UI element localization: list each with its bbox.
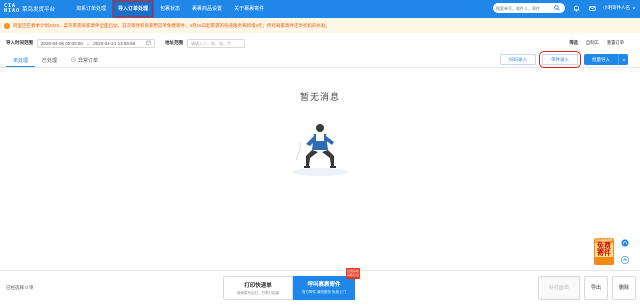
custom-link[interactable]: 自制工 <box>586 40 599 46</box>
header-tools: 小明寄件人名 <box>493 3 636 13</box>
message-icon[interactable] <box>587 3 597 13</box>
bottom-action-bar: 已经选择 0 项 打印快递单 使用菜鸟云打，分享打包装 呼叫裹裹寄件 官方寄件 … <box>0 270 640 305</box>
order-tabs: 未处理 已处理 异常订单 <box>6 55 105 67</box>
logo[interactable]: CIA NIAO 菜鸟发货平台 <box>4 4 66 14</box>
batch-import-button[interactable]: 批量导入 <box>584 54 618 65</box>
address-label: 地址范围 <box>165 40 183 45</box>
notice-text: 阿里巴巴春季计划2020，菜鸟裹裹商家寄件全面启动，首次寄件新商家用首单免费寄件… <box>13 22 331 28</box>
export-button[interactable]: 导出 <box>583 276 608 300</box>
clock-icon <box>71 55 76 67</box>
chevron-down-icon[interactable] <box>618 54 628 65</box>
coupon-badge: 优惠来啦 领取红包 <box>346 268 360 279</box>
print-waybill-label: 打印快递单 <box>244 283 272 289</box>
nav-item-taobao-orders[interactable]: 淘系订单处理 <box>70 0 112 18</box>
date-separator-icon: → <box>85 40 91 46</box>
call-pickup-label: 呼叫裹裹寄件 <box>307 282 341 288</box>
selected-count: 已经选择 0 项 <box>6 285 34 290</box>
batch-import-group: 批量导入 <box>584 54 628 65</box>
search-input[interactable] <box>496 5 554 11</box>
logo-text: 菜鸟发货平台 <box>22 7 56 13</box>
nav-item-package-status[interactable]: 包裹状态 <box>154 0 186 18</box>
promo-big-text-2: 寄件 <box>595 250 613 257</box>
side-tools <box>620 238 629 264</box>
filter-bar: 导入时间范围 2020-04-06 00:00:00 → 2020-04-21 … <box>6 38 245 48</box>
reset-orders-link[interactable]: 重置订单 <box>607 40 624 46</box>
search-box <box>493 3 565 13</box>
user-menu[interactable]: 小明寄件人名 <box>603 5 636 11</box>
chevron-down-icon <box>632 6 636 11</box>
filter-links: 筛选 自制工 重置订单 <box>569 40 624 46</box>
single-import-button[interactable]: 单件录入 <box>539 51 581 68</box>
date-end: 2020-04-21 13:59:59 <box>93 40 136 46</box>
tab-processed[interactable]: 已处理 <box>35 55 64 67</box>
tab-unprocessed[interactable]: 未处理 <box>6 55 36 67</box>
empty-state-title: 暂无消息 <box>299 92 340 102</box>
import-actions: 扫码录入 单件录入 批量导入 <box>500 51 628 68</box>
nav-item-about[interactable]: 关于裹裹寄件 <box>228 0 270 18</box>
bell-icon[interactable] <box>571 3 581 13</box>
call-pickup-button[interactable]: 呼叫裹裹寄件 官方寄件 最快服务 免费上门 <box>293 276 355 300</box>
notice-banner: ! 阿里巴巴春季计划2020，菜鸟裹裹商家寄件全面启动，首次寄件新商家用首单免费… <box>0 18 640 33</box>
address-input[interactable]: 请输入人、地、电、手 <box>187 38 245 48</box>
footer-actions: 补打面单 导出 删除 <box>537 276 636 300</box>
user-name: 小明寄件人名 <box>603 5 630 10</box>
filter-link[interactable]: 筛选 <box>569 40 578 46</box>
scan-import-button[interactable]: 扫码录入 <box>500 54 536 65</box>
call-pickup-sub: 官方寄件 最快服务 免费上门 <box>302 290 346 294</box>
tab-abnormal[interactable]: 异常订单 <box>64 55 105 67</box>
tabs-divider <box>0 67 640 68</box>
logo-mark: CIA NIAO <box>4 3 21 14</box>
print-waybill-button[interactable]: 打印快递单 使用菜鸟云打，分享打包装 <box>223 276 293 300</box>
print-waybill-sub: 使用菜鸟云打，分享打包装 <box>237 291 279 295</box>
date-start: 2020-04-06 00:00:00 <box>41 40 83 46</box>
promo-big-text-1: 免费 <box>595 243 613 250</box>
main-nav: 淘系订单处理 导入订单处理 包裹状态 裹裹商品设置 关于裹裹寄件 <box>70 0 270 18</box>
empty-state: 暂无消息 <box>270 90 370 103</box>
calendar-icon <box>146 40 151 46</box>
search-icon[interactable] <box>554 5 560 11</box>
empty-state-illustration <box>290 120 350 183</box>
free-shipping-promo[interactable]: 菜鸟裹裹寄件 免费 寄件 <box>594 238 614 265</box>
nav-item-goods-settings[interactable]: 裹裹商品设置 <box>186 0 228 18</box>
top-navigation-bar: CIA NIAO 菜鸟发货平台 淘系订单处理 导入订单处理 包裹状态 裹裹商品设… <box>0 0 640 18</box>
back-to-top-icon[interactable] <box>620 255 629 264</box>
reprint-waybill-button[interactable]: 补打面单 <box>537 276 580 300</box>
delete-button[interactable]: 删除 <box>611 276 636 300</box>
tab-abnormal-label: 异常订单 <box>78 58 99 64</box>
date-range-label: 导入时间范围 <box>6 40 33 45</box>
nav-item-import-orders[interactable]: 导入订单处理 <box>112 0 155 18</box>
date-range-picker[interactable]: 2020-04-06 00:00:00 → 2020-04-21 13:59:5… <box>37 38 155 48</box>
service-icon[interactable] <box>620 238 629 247</box>
info-icon: ! <box>4 22 10 29</box>
